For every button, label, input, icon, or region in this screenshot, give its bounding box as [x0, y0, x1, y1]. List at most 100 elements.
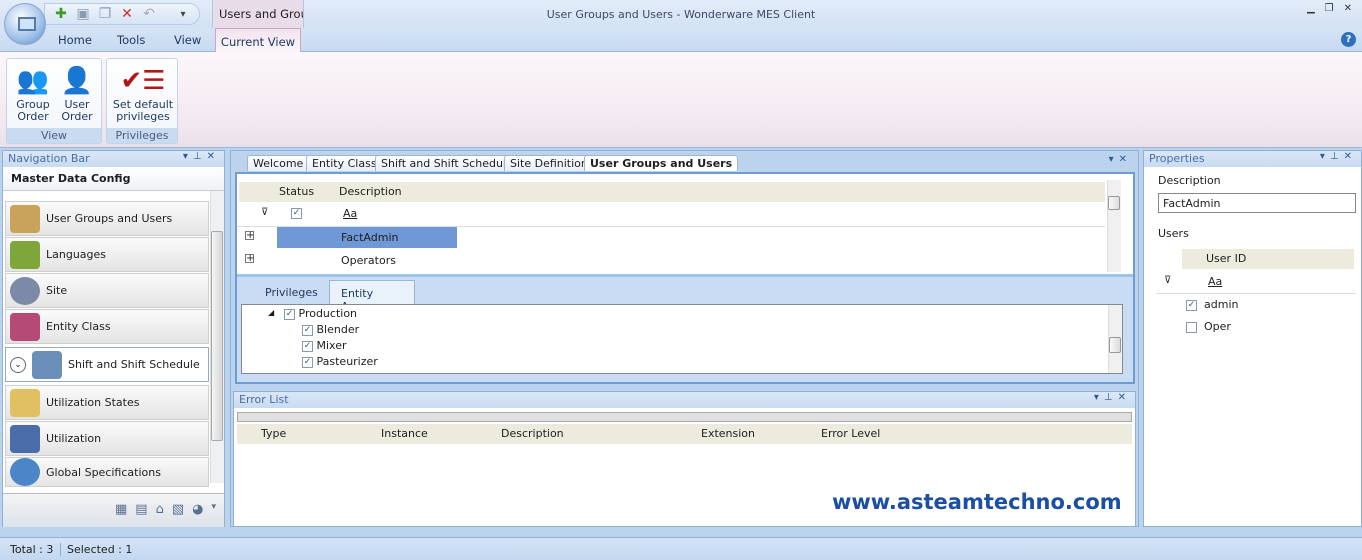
doc-tab-site-definition[interactable]: Site Definition — [504, 155, 594, 171]
user-id-filter[interactable]: Aa — [1208, 275, 1222, 288]
doc-tab-user-groups[interactable]: User Groups and Users — [584, 155, 739, 171]
doc-tab-entity-class[interactable]: Entity Class — [306, 155, 383, 171]
column-header-instance[interactable]: Instance — [381, 427, 428, 440]
nav-item-global-specifications[interactable]: Global Specifications — [5, 457, 209, 487]
ribbon-tabs — [0, 28, 1362, 52]
column-header-type[interactable]: Type — [261, 427, 286, 440]
set-default-privileges-button[interactable]: ✔☰ Set default privileges — [109, 63, 177, 123]
table-row-selected[interactable]: FactAdmin — [277, 227, 457, 248]
application-menu-button[interactable] — [4, 3, 46, 45]
error-grid-header: Type Instance Description Extension Erro… — [237, 424, 1132, 444]
tree-scroll-thumb[interactable] — [1109, 337, 1121, 353]
tree-node[interactable]: Pasteurizer — [317, 355, 378, 368]
user-order-button[interactable]: 👤 User Order — [55, 63, 99, 123]
filter-icon[interactable]: ⊽ — [261, 207, 268, 218]
grid-scrollbar[interactable] — [1107, 180, 1121, 272]
pin-icon[interactable]: ⊥ — [193, 151, 207, 162]
restore-icon[interactable]: ❐ — [1325, 3, 1334, 14]
close-icon[interactable]: ✕ — [1344, 3, 1352, 14]
nav-shortcut-icon[interactable]: ▤ — [135, 502, 147, 517]
status-bar: Total : 3 Selected : 1 — [0, 537, 1362, 560]
tab-view[interactable]: View — [174, 33, 201, 47]
nav-item-site[interactable]: Site — [5, 273, 209, 308]
tab-tools[interactable]: Tools — [117, 33, 145, 47]
nav-section-title: Master Data Config — [3, 167, 224, 191]
nav-item-utilization-states[interactable]: Utilization States — [5, 385, 209, 420]
tab-entity-access[interactable]: Entity Access — [329, 280, 415, 313]
column-header-error-level[interactable]: Error Level — [821, 427, 880, 440]
dropdown-icon[interactable]: ▾ — [1320, 151, 1330, 162]
tree-node[interactable]: Production — [299, 307, 358, 320]
column-header-user-id[interactable]: User ID — [1206, 252, 1246, 265]
doc-tab-welcome[interactable]: Welcome — [247, 155, 310, 171]
nav-shortcut-icon[interactable]: ▦ — [115, 502, 127, 517]
save-icon[interactable]: ▣ — [75, 6, 91, 22]
group-order-button[interactable]: 👥 Group Order — [11, 63, 55, 123]
tab-privileges[interactable]: Privileges — [265, 286, 318, 299]
window-title: User Groups and Users - Wonderware MES C… — [546, 8, 816, 21]
checkbox[interactable]: ✓ — [1186, 299, 1197, 311]
nav-shortcut-icon[interactable]: ◕ — [192, 502, 203, 517]
dropdown-icon[interactable]: ▾ — [183, 151, 193, 162]
dropdown-icon[interactable]: ▾ — [1094, 392, 1104, 403]
nav-footer-toolbar: ▦ ▤ ⌂ ▧ ◕ ▾ — [3, 493, 224, 527]
expand-icon[interactable]: + — [245, 254, 254, 264]
customize-qat-icon[interactable]: ▾ — [175, 9, 191, 20]
nav-item-shift-schedule[interactable]: ⌄ Shift and Shift Schedule — [5, 347, 209, 382]
checkbox[interactable]: ✓ — [302, 324, 313, 336]
document-title-tab[interactable]: Users and Grou... — [212, 0, 304, 28]
tab-home[interactable]: Home — [58, 33, 92, 47]
undo-icon[interactable]: ↶ — [141, 6, 157, 22]
column-header-description[interactable]: Description — [339, 185, 402, 198]
user-row[interactable]: Oper — [1204, 320, 1231, 333]
user-row[interactable]: admin — [1204, 298, 1238, 311]
pin-icon[interactable]: ⊥ — [1104, 392, 1118, 403]
checkbox[interactable]: ✓ — [302, 340, 313, 352]
panel-title: Navigation Bar — [8, 152, 90, 165]
grid-scroll-thumb[interactable] — [1108, 196, 1120, 210]
pin-icon[interactable]: ⊥ — [1330, 151, 1344, 162]
status-filter-checkbox[interactable]: ✓ — [291, 208, 302, 219]
description-label: Description — [1158, 174, 1221, 187]
checkbox[interactable] — [1186, 321, 1197, 333]
close-icon[interactable]: ✕ — [1118, 392, 1131, 403]
close-icon[interactable]: ✕ — [1119, 154, 1132, 165]
description-input[interactable]: FactAdmin — [1158, 193, 1356, 213]
chevron-down-icon: ⌄ — [10, 356, 26, 373]
dropdown-icon[interactable]: ▾ — [1109, 154, 1119, 165]
column-header-description[interactable]: Description — [501, 427, 564, 440]
close-icon[interactable]: ✕ — [207, 151, 220, 162]
minimize-icon[interactable]: ▁ — [1307, 3, 1315, 14]
column-header-extension[interactable]: Extension — [701, 427, 755, 440]
column-header-status[interactable]: Status — [279, 185, 314, 198]
checkbox[interactable]: ✓ — [284, 308, 295, 320]
delete-icon[interactable]: ✕ — [119, 6, 135, 22]
nav-item-languages[interactable]: Languages — [5, 237, 209, 272]
table-row[interactable]: Operators — [341, 254, 396, 267]
tree-node[interactable]: Mixer — [317, 339, 347, 352]
checkbox[interactable]: ✓ — [302, 356, 313, 368]
panel-title: Properties — [1149, 152, 1205, 165]
users-label: Users — [1158, 227, 1189, 240]
help-icon[interactable]: ? — [1341, 32, 1356, 47]
ribbon-group-view: 👥 Group Order 👤 User Order View — [6, 58, 102, 144]
tab-current-view[interactable]: Current View — [215, 28, 301, 53]
tree-node[interactable]: Blender — [317, 323, 360, 336]
expand-icon[interactable]: + — [245, 231, 254, 241]
collapse-icon[interactable]: ◢ — [268, 308, 274, 317]
book-icon — [10, 240, 40, 269]
filter-icon[interactable]: ⊽ — [1164, 275, 1171, 286]
add-icon[interactable]: ✚ — [53, 6, 69, 22]
network-icon — [10, 312, 40, 341]
description-filter[interactable]: Aa — [343, 207, 357, 220]
close-icon[interactable]: ✕ — [1344, 151, 1357, 162]
chevron-down-icon[interactable]: ▾ — [211, 502, 216, 517]
nav-shortcut-icon[interactable]: ⌂ — [156, 502, 164, 517]
copy-icon[interactable]: ❐ — [97, 6, 113, 22]
nav-item-user-groups[interactable]: User Groups and Users — [5, 201, 209, 236]
doc-tab-shift-schedule[interactable]: Shift and Shift Schedule — [375, 155, 519, 171]
nav-shortcut-icon[interactable]: ▧ — [172, 502, 184, 517]
nav-item-entity-class[interactable]: Entity Class — [5, 309, 209, 344]
nav-item-utilization[interactable]: Utilization — [5, 421, 209, 456]
nav-scroll-thumb[interactable] — [211, 231, 223, 441]
